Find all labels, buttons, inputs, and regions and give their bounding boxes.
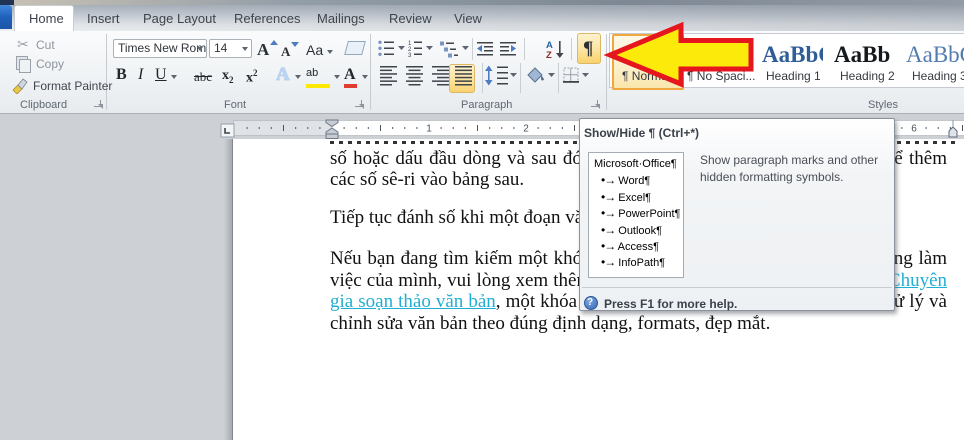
svg-text:1: 1 <box>426 124 432 135</box>
svg-text:2: 2 <box>523 124 529 135</box>
svg-text:3: 3 <box>408 53 412 59</box>
svg-text:Z: Z <box>546 50 552 60</box>
svg-text:6: 6 <box>911 124 917 135</box>
